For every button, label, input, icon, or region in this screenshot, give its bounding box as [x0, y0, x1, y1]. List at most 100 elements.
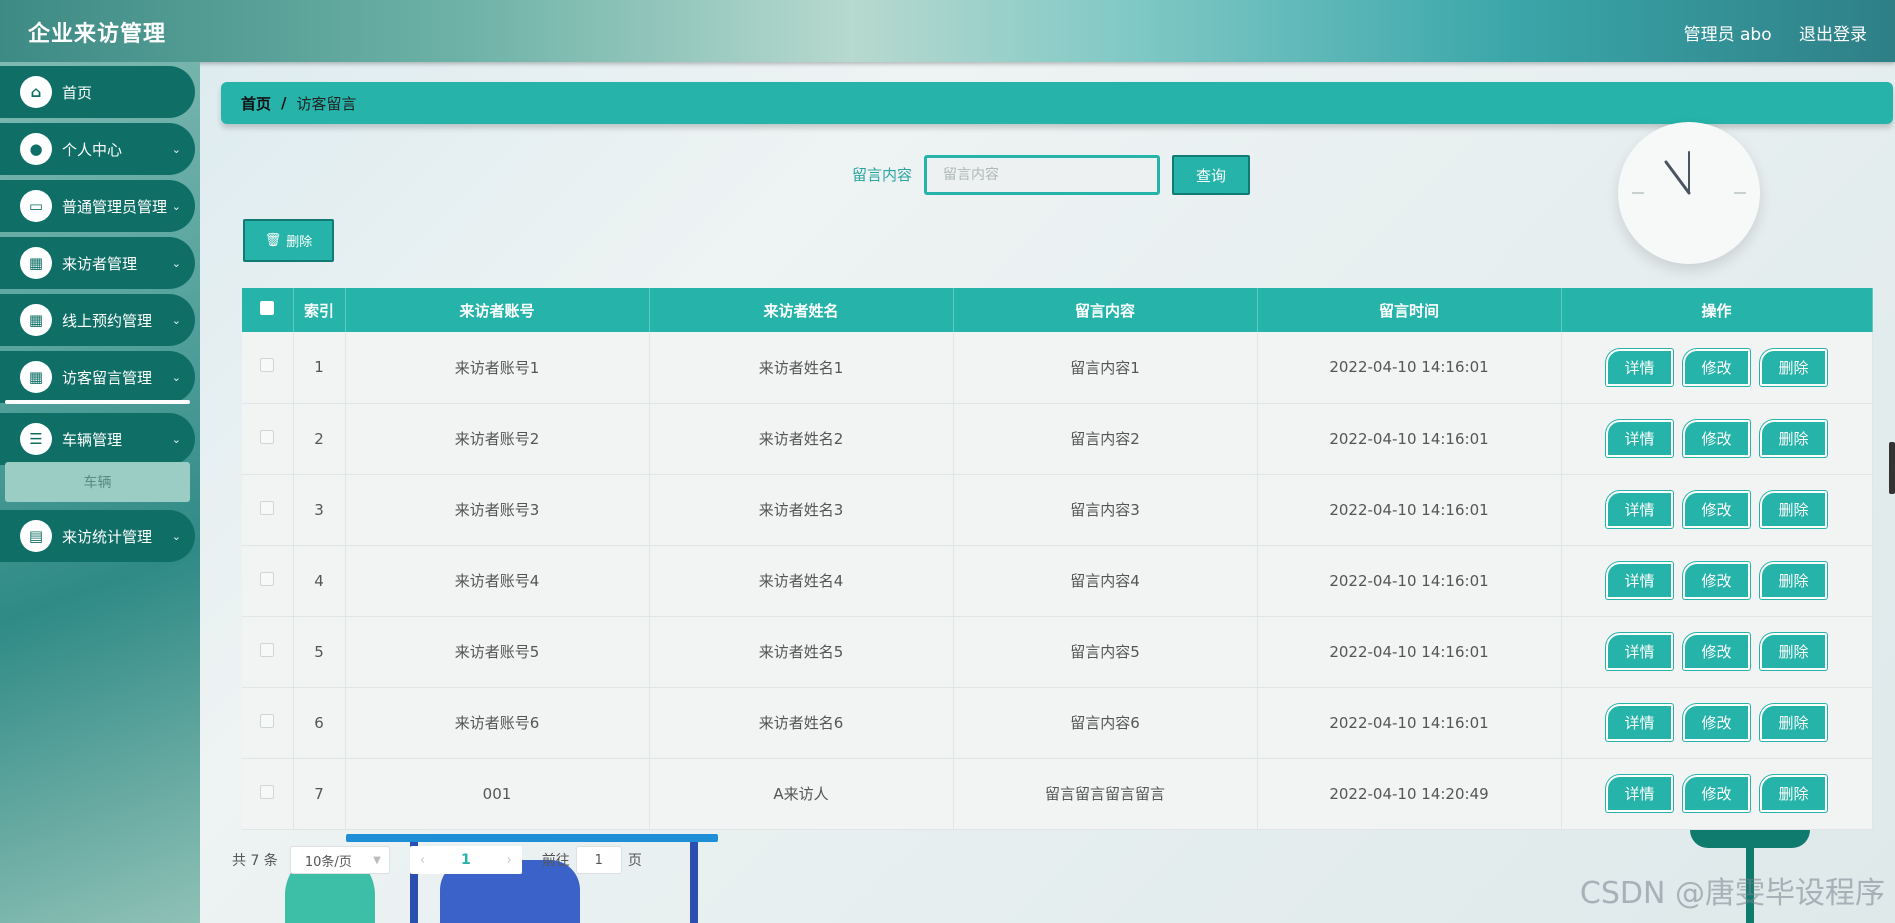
row-checkbox[interactable]	[260, 500, 275, 515]
time-cell: 2022-04-10 14:16:01	[1257, 474, 1562, 546]
row-checkbox[interactable]	[260, 784, 275, 799]
scrollbar-handle[interactable]	[1889, 442, 1895, 494]
sidebar-item[interactable]: ▦ 线上预约管理 ⌄	[0, 294, 195, 346]
detail-button[interactable]: 详情	[1606, 491, 1673, 528]
detail-button[interactable]: 详情	[1606, 420, 1673, 457]
table-row: 2 来访者账号2 来访者姓名2 留言内容2 2022-04-10 14:16:01 详情修…	[242, 403, 1873, 475]
row-checkbox[interactable]	[260, 642, 275, 657]
row-checkbox[interactable]	[260, 571, 275, 586]
chevron-down-icon: ⌄	[171, 142, 181, 156]
total-count: 共 7 条	[232, 853, 278, 869]
search-input[interactable]	[924, 155, 1160, 195]
current-page[interactable]: 1	[461, 852, 471, 868]
app-title: 企业来访管理	[28, 22, 167, 47]
table-row: 5 来访者账号5 来访者姓名5 留言内容5 2022-04-10 14:16:01 详情修…	[242, 616, 1873, 688]
breadcrumb-home[interactable]: 首页	[241, 93, 271, 114]
home-icon: ⌂	[20, 76, 52, 108]
chevron-down-icon: ⌄	[171, 313, 181, 327]
pot-decoration	[1690, 830, 1810, 848]
edit-button[interactable]: 修改	[1683, 775, 1750, 812]
delete-button[interactable]: 删除	[1760, 348, 1827, 386]
goto-page-input[interactable]: 1	[575, 846, 622, 874]
delete-button[interactable]: 删除	[1760, 420, 1827, 457]
select-cell	[242, 687, 294, 759]
query-button[interactable]: 查询	[1172, 155, 1250, 195]
top-header: 企业来访管理 管理员 abo 退出登录	[0, 0, 1895, 62]
person-icon: ●	[20, 133, 52, 165]
name-cell: 来访者姓名3	[649, 474, 954, 546]
select-cell	[242, 332, 294, 404]
sidebar-item[interactable]: ● 个人中心 ⌄	[0, 123, 195, 175]
index-cell: 4	[293, 545, 346, 617]
page-size-select[interactable]: 10条/页 ▼	[289, 846, 390, 874]
sidebar-item-label: 普通管理员管理	[62, 197, 168, 216]
delete-button[interactable]: 删除	[1760, 633, 1827, 670]
delete-button[interactable]: 删除	[1760, 491, 1827, 528]
actions-cell: 详情 修改 删除	[1561, 474, 1873, 546]
pagination: 共 7 条 10条/页 ▼ ‹ 1 › 前往 1 页	[232, 846, 642, 874]
submenu-item-vehicle[interactable]: 车辆	[5, 462, 190, 502]
sidebar-item[interactable]: ▭ 普通管理员管理 ⌄	[0, 180, 195, 232]
index-cell: 6	[293, 687, 346, 759]
table-row: 6 来访者账号6 来访者姓名6 留言内容6 2022-04-10 14:16:01 详情修…	[242, 687, 1873, 759]
table-row: 1 来访者账号1 来访者姓名1 留言内容1 2022-04-10 14:16:01 详情修…	[242, 332, 1873, 404]
detail-button[interactable]: 详情	[1606, 633, 1673, 670]
account-cell: 来访者账号5	[345, 616, 650, 688]
edit-button[interactable]: 修改	[1683, 562, 1750, 599]
actions-cell: 详情 修改 删除	[1561, 687, 1873, 759]
delete-button[interactable]: 删除	[1760, 775, 1827, 812]
table-row: 7 001 A来访人 留言留言留言留言 2022-04-10 14:20:49 详情 修改删…	[242, 758, 1873, 830]
edit-button[interactable]: 修改	[1683, 491, 1750, 528]
sidebar-item-label: 首页	[62, 83, 93, 102]
grid-icon: ▦	[20, 361, 52, 393]
column-header: 索引	[293, 288, 346, 332]
select-cell	[242, 758, 294, 830]
row-checkbox[interactable]	[260, 713, 275, 728]
select-cell	[242, 545, 294, 617]
batch-delete-button[interactable]: 🗑 删除	[243, 219, 334, 262]
edit-button[interactable]: 修改	[1683, 633, 1750, 670]
watermark: CSDN @唐雯毕设程序	[1579, 876, 1885, 911]
edit-button[interactable]: 修改	[1683, 704, 1750, 741]
delete-button[interactable]: 删除	[1760, 562, 1827, 599]
actions-cell: 详情 修改 删除	[1561, 616, 1873, 688]
account-cell: 来访者账号4	[345, 545, 650, 617]
chevron-down-icon: ⌄	[171, 529, 181, 543]
logout-link[interactable]: 退出登录	[1799, 25, 1867, 45]
name-cell: 来访者姓名1	[649, 332, 954, 404]
time-cell: 2022-04-10 14:16:01	[1257, 616, 1562, 688]
actions-cell: 详情 修改 删除	[1561, 545, 1873, 617]
active-menu-underline	[5, 400, 190, 404]
time-cell: 2022-04-10 14:16:01	[1257, 403, 1562, 475]
edit-button[interactable]: 修改	[1683, 420, 1750, 457]
sidebar-item[interactable]: ☰ 车辆管理 ⌄	[0, 413, 195, 465]
content-cell: 留言内容3	[953, 474, 1258, 546]
sidebar-item-label: 车辆管理	[62, 430, 123, 449]
next-page-icon[interactable]: ›	[507, 853, 512, 868]
detail-button[interactable]: 详情	[1606, 775, 1673, 812]
sidebar-item[interactable]: ▦ 访客留言管理 ⌄	[0, 351, 195, 403]
prev-page-icon[interactable]: ‹	[420, 853, 425, 868]
detail-button[interactable]: 详情	[1606, 348, 1673, 386]
select-all-checkbox[interactable]	[260, 301, 275, 315]
message-table: 索引 来访者账号 来访者姓名 留言内容 留言时间 操作 1 来访者账号1 来访者姓名…	[242, 288, 1873, 830]
detail-button[interactable]: 详情	[1606, 562, 1673, 599]
sidebar-item[interactable]: ▤ 来访统计管理 ⌄	[0, 510, 195, 562]
clock-decoration	[1618, 122, 1760, 264]
edit-button[interactable]: 修改	[1683, 348, 1750, 386]
chevron-down-icon: ▼	[373, 854, 381, 866]
search-label: 留言内容	[852, 166, 913, 184]
time-cell: 2022-04-10 14:20:49	[1257, 758, 1562, 830]
sidebar-item-label: 个人中心	[62, 140, 123, 159]
row-checkbox[interactable]	[260, 429, 275, 444]
delete-button[interactable]: 删除	[1760, 704, 1827, 741]
trash-icon: 🗑	[264, 233, 282, 248]
breadcrumb: 首页 / 访客留言	[221, 82, 1893, 124]
account-cell: 来访者账号6	[345, 687, 650, 759]
row-checkbox[interactable]	[260, 358, 275, 373]
sidebar-item[interactable]: ⌂ 首页	[0, 66, 195, 118]
sidebar-item[interactable]: ▦ 来访者管理 ⌄	[0, 237, 195, 289]
detail-button[interactable]: 详情	[1606, 704, 1673, 741]
chevron-down-icon: ⌄	[171, 199, 181, 213]
name-cell: A来访人	[649, 758, 954, 830]
